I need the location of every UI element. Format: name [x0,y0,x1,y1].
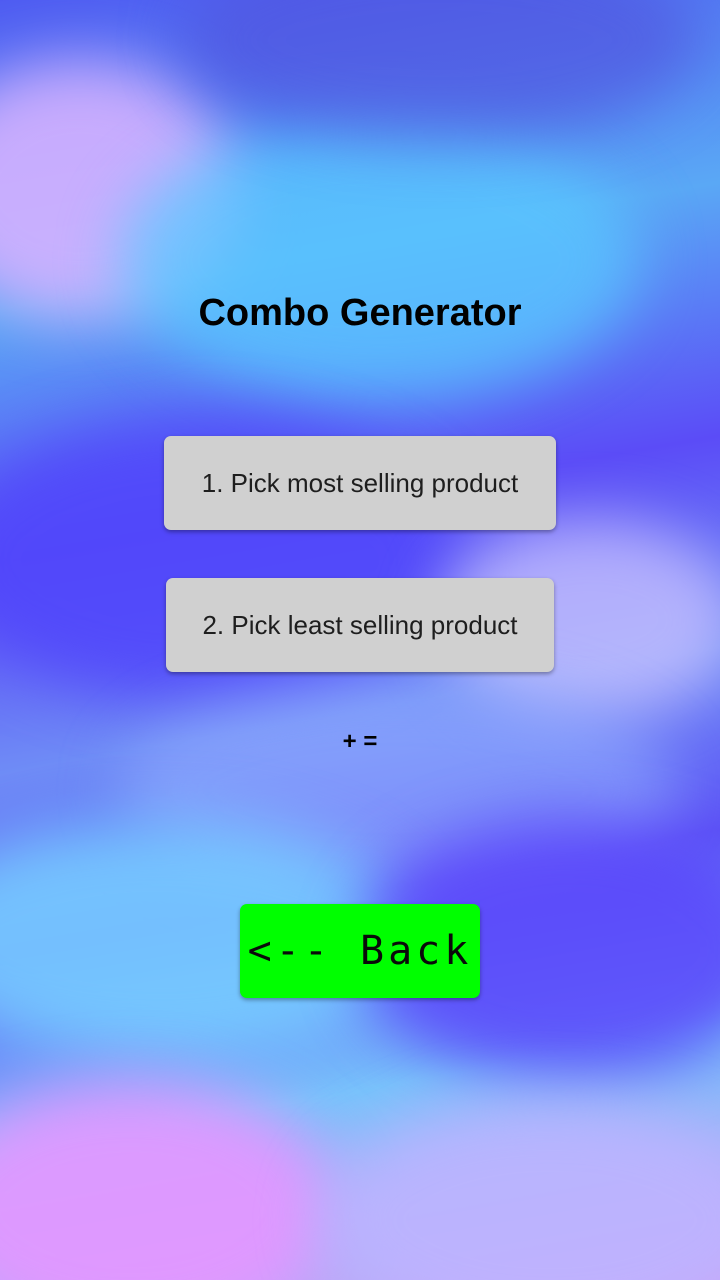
pick-most-selling-button[interactable]: 1. Pick most selling product [164,436,556,530]
page-title: Combo Generator [198,292,522,334]
combo-result-text: + = [342,728,378,755]
pick-least-selling-button[interactable]: 2. Pick least selling product [166,578,554,672]
back-button[interactable]: <-- Back [240,904,480,998]
